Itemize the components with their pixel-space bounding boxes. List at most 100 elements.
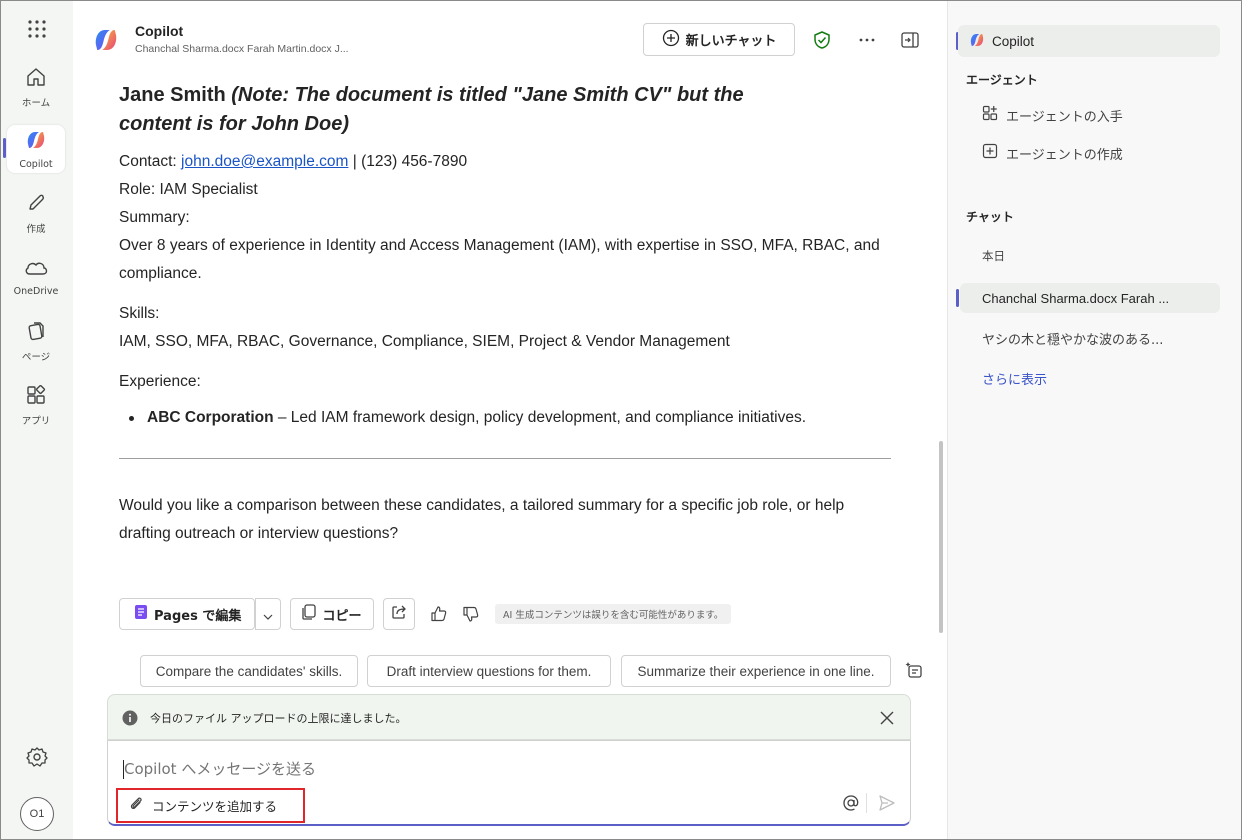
today-group-label: 本日	[982, 249, 1005, 263]
chat-history-item[interactable]: ヤシの木と穏やかな波のある...	[960, 323, 1220, 353]
agent-store-icon	[982, 105, 998, 125]
experience-label: Experience:	[119, 373, 201, 390]
more-suggestions-icon[interactable]	[905, 660, 925, 684]
edit-in-pages-label: Pages で編集	[154, 608, 242, 624]
new-chat-button[interactable]: 新しいチャット	[643, 23, 795, 56]
cv-name: Jane Smith	[119, 84, 226, 106]
pen-icon	[25, 192, 47, 218]
rail-item-label: Copilot	[19, 159, 53, 170]
contact-line: Contact: john.doe@example.com | (123) 45…	[119, 148, 467, 176]
message-input[interactable]	[124, 757, 824, 781]
experience-item: ABC Corporation – Led IAM framework desi…	[147, 404, 806, 432]
rail-item-apps[interactable]: アプリ	[7, 381, 65, 429]
chat-history-item-active[interactable]: Chanchal Sharma.docx Farah ...	[960, 283, 1220, 313]
avatar[interactable]: O1	[20, 797, 54, 831]
skills-label: Skills:	[119, 305, 160, 322]
apps-icon	[25, 384, 47, 410]
rail-item-copilot[interactable]: Copilot	[7, 125, 65, 173]
rail-item-home[interactable]: ホーム	[7, 63, 65, 111]
left-rail: ホーム Copilot 作成 OneDrive ページ アプリ O1	[1, 1, 73, 839]
rail-item-pages[interactable]: ページ	[7, 317, 65, 365]
chat-files-subtitle: Chanchal Sharma.docx Farah Martin.docx J…	[135, 43, 349, 55]
followup-text-line: drafting outreach or interview questions…	[119, 525, 399, 542]
copy-icon	[302, 604, 317, 624]
active-indicator	[956, 289, 959, 307]
suggestion-chip[interactable]: Summarize their experience in one line.	[621, 655, 891, 687]
main-panel: Copilot Chanchal Sharma.docx Farah Marti…	[73, 1, 947, 839]
close-icon[interactable]	[880, 710, 894, 729]
rail-item-label: OneDrive	[13, 286, 59, 297]
cloud-icon	[23, 257, 49, 283]
email-link[interactable]: john.doe@example.com	[181, 153, 348, 170]
ai-disclaimer-badge: AI 生成コンテンツは誤りを含む可能性があります。	[495, 604, 732, 624]
right-side-panel: Copilot エージェント エージェントの入手 エージェントの作成 チャット …	[947, 1, 1241, 839]
side-copilot-item[interactable]: Copilot	[958, 25, 1220, 57]
rail-item-onedrive[interactable]: OneDrive	[7, 253, 65, 301]
composer-divider	[866, 793, 867, 813]
upload-limit-notice: 今日のファイル アップロードの上限に達しました。	[107, 694, 911, 740]
new-chat-label: 新しいチャット	[685, 34, 777, 49]
add-content-button[interactable]: コンテンツを追加する	[116, 788, 305, 823]
rail-item-label: ページ	[21, 351, 51, 363]
copilot-logo-icon	[91, 25, 121, 55]
mention-icon[interactable]	[842, 794, 860, 816]
pages-icon	[25, 320, 47, 346]
send-icon[interactable]	[878, 794, 896, 816]
edit-in-pages-button[interactable]: Pages で編集	[119, 598, 255, 630]
suggestion-chip[interactable]: Compare the candidates' skills.	[140, 655, 358, 687]
copy-label: コピー	[322, 608, 362, 624]
shield-check-icon[interactable]	[811, 29, 833, 51]
add-square-icon	[982, 143, 998, 163]
share-icon	[391, 604, 407, 624]
more-options-icon[interactable]	[856, 29, 878, 51]
summary-label: Summary:	[119, 209, 190, 226]
content-divider	[119, 458, 891, 459]
add-content-label: コンテンツを追加する	[152, 799, 278, 814]
add-circle-icon	[662, 29, 680, 51]
cv-heading: Jane Smith (Note: The document is titled…	[119, 81, 759, 139]
copilot-logo-icon	[24, 128, 48, 156]
skills-text: IAM, SSO, MFA, RBAC, Governance, Complia…	[119, 333, 730, 350]
settings-gear-icon[interactable]	[26, 746, 48, 772]
app-launcher-icon[interactable]	[27, 19, 47, 39]
active-indicator	[3, 138, 6, 158]
message-composer: コンテンツを追加する	[107, 740, 911, 826]
role-value: IAM Specialist	[155, 181, 258, 198]
page-title: Copilot	[135, 23, 184, 39]
notice-message: 今日のファイル アップロードの上限に達しました。	[150, 712, 407, 725]
chevron-down-icon	[263, 605, 273, 624]
get-agents-item[interactable]: エージェントの入手	[960, 100, 1220, 130]
role-line: Role: IAM Specialist	[119, 176, 258, 204]
scrollbar-thumb[interactable]	[939, 441, 943, 633]
role-label: Role:	[119, 181, 156, 198]
side-copilot-label: Copilot	[992, 33, 1035, 49]
toggle-side-panel-icon[interactable]	[899, 29, 921, 51]
followup-text-line: Would you like a comparison between thes…	[119, 497, 845, 514]
copy-button[interactable]: コピー	[290, 598, 374, 630]
paperclip-icon	[128, 796, 144, 815]
pages-icon	[134, 604, 148, 624]
agents-heading: エージェント	[966, 73, 1038, 87]
info-icon	[122, 710, 138, 730]
chat-header: Copilot Chanchal Sharma.docx Farah Marti…	[73, 1, 947, 71]
thumbs-down-icon[interactable]	[457, 598, 485, 630]
create-agent-item[interactable]: エージェントの作成	[960, 138, 1220, 168]
suggestion-chip[interactable]: Draft interview questions for them.	[367, 655, 611, 687]
summary-text-line: compliance.	[119, 265, 202, 282]
create-agent-label: エージェントの作成	[1006, 147, 1123, 163]
exp-description: – Led IAM framework design, policy devel…	[273, 409, 807, 426]
contact-label: Contact:	[119, 153, 177, 170]
rail-item-label: ホーム	[21, 97, 51, 109]
summary-text-line: Over 8 years of experience in Identity a…	[119, 237, 880, 254]
share-button[interactable]	[383, 598, 415, 630]
show-more-link[interactable]: さらに表示	[960, 363, 1220, 393]
rail-item-label: アプリ	[21, 415, 51, 427]
exp-company: ABC Corporation	[147, 409, 274, 426]
home-icon	[25, 66, 47, 92]
edit-options-dropdown[interactable]	[255, 598, 281, 630]
rail-item-label: 作成	[26, 223, 46, 235]
copilot-logo-icon	[968, 31, 986, 52]
thumbs-up-icon[interactable]	[425, 598, 453, 630]
rail-item-create[interactable]: 作成	[7, 189, 65, 237]
list-bullet	[129, 416, 134, 421]
